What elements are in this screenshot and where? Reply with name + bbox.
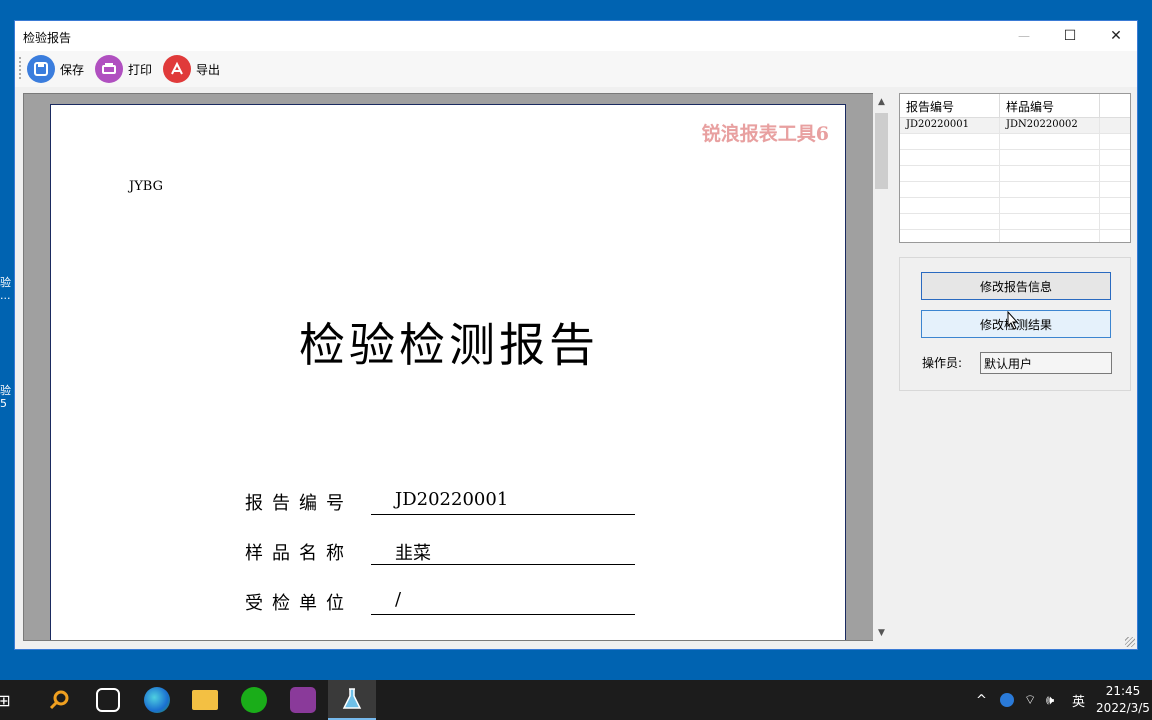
file-explorer-button[interactable] <box>181 680 229 720</box>
maximize-button[interactable]: ☐ <box>1047 21 1093 51</box>
toolbar: 保存 打印 导出 <box>15 51 1137 87</box>
start-icon: ⊞ <box>0 690 11 710</box>
column-header-sample-number[interactable]: 样品编号 <box>1000 94 1100 117</box>
network-button[interactable]: ⌔ <box>1024 680 1036 720</box>
close-button[interactable]: ✕ <box>1093 21 1139 51</box>
table-row-empty <box>900 150 1130 166</box>
table-row-empty <box>900 166 1130 182</box>
preview-scrollbar[interactable]: ▲ ▼ <box>873 93 890 641</box>
print-icon <box>95 55 123 83</box>
edge-icon <box>144 687 170 713</box>
column-header-report-number[interactable]: 报告编号 <box>900 94 1000 117</box>
volume-button[interactable]: 🕪 <box>1046 680 1054 720</box>
operator-field[interactable]: 默认用户 <box>980 352 1112 374</box>
resize-grip[interactable] <box>1125 637 1135 647</box>
pdf-export-icon <box>163 55 191 83</box>
scroll-up-icon[interactable]: ▲ <box>873 93 890 110</box>
tray-overflow-button[interactable]: ^ <box>976 680 987 720</box>
table-row[interactable]: JD20220001 JDN20220002 <box>900 118 1130 134</box>
widget-icon <box>96 688 120 712</box>
wifi-icon: ⌔ <box>1024 693 1037 708</box>
save-button[interactable]: 保存 <box>27 55 84 83</box>
video-app-button[interactable] <box>279 680 327 720</box>
input-language-button[interactable]: 英 <box>1072 680 1085 720</box>
mouse-cursor-icon <box>1007 311 1019 330</box>
operator-label: 操作员: <box>922 356 963 370</box>
export-button[interactable]: 导出 <box>163 55 220 83</box>
video-app-icon <box>290 687 316 713</box>
scroll-thumb[interactable] <box>875 113 888 189</box>
chevron-up-icon: ^ <box>976 692 987 708</box>
widget-button[interactable] <box>84 680 132 720</box>
window-title: 检验报告 <box>23 31 72 45</box>
file-explorer-icon <box>192 690 218 710</box>
table-row-empty <box>900 182 1130 198</box>
flask-app-button[interactable] <box>328 680 376 720</box>
save-icon <box>27 55 55 83</box>
report-title: 检验检测报告 <box>299 318 599 372</box>
edge-button[interactable] <box>133 680 181 720</box>
tray-app-button[interactable] <box>1000 680 1014 720</box>
flask-app-icon <box>342 688 362 709</box>
scroll-down-icon[interactable]: ▼ <box>873 624 890 641</box>
report-code: JYBG <box>129 179 163 194</box>
table-row-empty <box>900 230 1130 242</box>
report-page: 锐浪报表工具6 JYBG 检验检测报告 报告编号 JD20220001 样品名称… <box>50 104 846 640</box>
table-row-empty <box>900 214 1130 230</box>
print-button[interactable]: 打印 <box>95 55 152 83</box>
wechat-icon <box>241 687 267 713</box>
clock-date: 2022/3/5 <box>1096 701 1150 715</box>
edit-report-button[interactable]: 修改报告信息 <box>921 272 1111 300</box>
desktop-icon-label-fragment[interactable]: 验 ... <box>0 276 12 302</box>
title-bar[interactable]: 检验报告 — ☐ ✕ <box>15 21 1137 51</box>
wechat-button[interactable] <box>230 680 278 720</box>
search-icon <box>49 690 69 710</box>
report-window: 检验报告 — ☐ ✕ 保存 打印 导出 锐浪报表工具6 JYBG 检验检测报告 … <box>14 20 1138 650</box>
report-list-grid[interactable]: 报告编号 样品编号 JD20220001 JDN20220002 <box>899 93 1131 243</box>
search-button[interactable] <box>35 680 83 720</box>
table-row-empty <box>900 134 1130 150</box>
minimize-icon: — <box>1018 29 1030 43</box>
grid-header: 报告编号 样品编号 <box>900 94 1130 118</box>
tray-app-icon <box>1000 693 1014 707</box>
clock[interactable]: 21:45 2022/3/5 <box>1094 683 1152 717</box>
minimize-button[interactable]: — <box>1001 21 1047 51</box>
speaker-icon: 🕪 <box>1046 692 1055 708</box>
maximize-icon: ☐ <box>1063 28 1077 44</box>
start-button[interactable]: ⊞ <box>0 680 28 720</box>
report-preview[interactable]: 锐浪报表工具6 JYBG 检验检测报告 报告编号 JD20220001 样品名称… <box>23 93 889 641</box>
close-icon: ✕ <box>1110 28 1122 44</box>
watermark: 锐浪报表工具6 <box>701 123 829 145</box>
taskbar: ⊞ ^ ⌔ 🕪 英 21:45 2022/3/5 <box>0 680 1152 720</box>
column-header-empty <box>1100 94 1130 117</box>
desktop-icon-label-fragment[interactable]: 验 5 <box>0 384 12 410</box>
table-row-empty <box>900 198 1130 214</box>
toolbar-grip[interactable] <box>19 57 21 79</box>
clock-time: 21:45 <box>1105 684 1141 698</box>
